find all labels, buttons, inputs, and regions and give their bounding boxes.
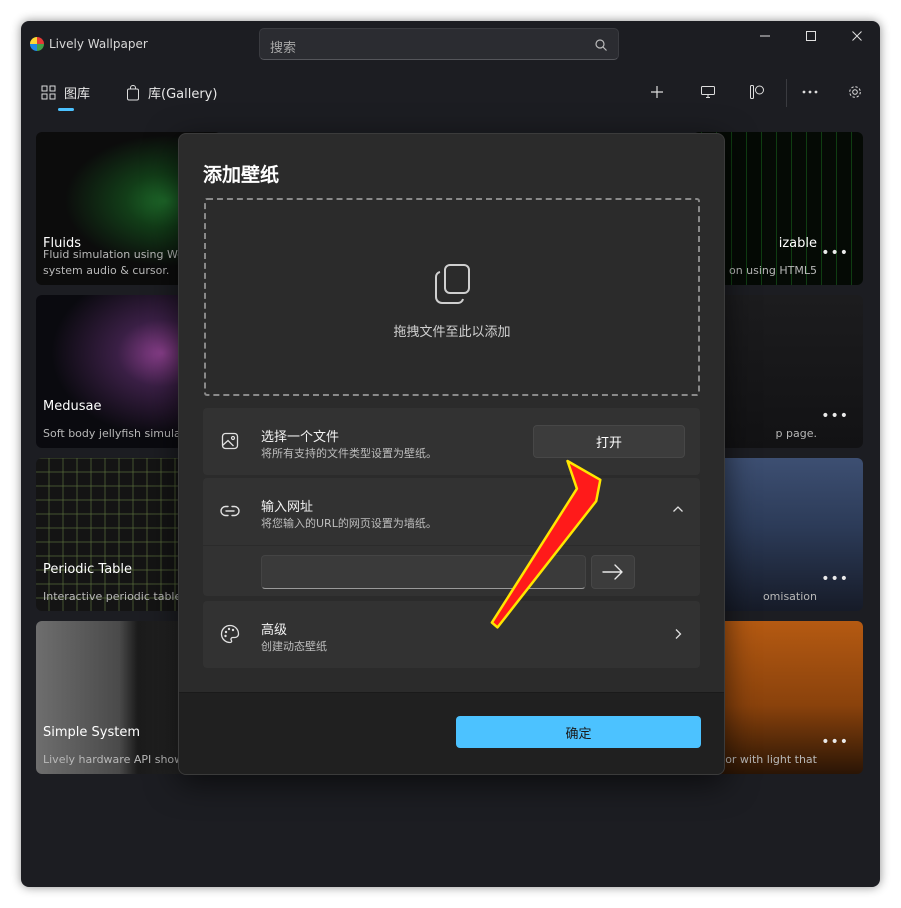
more-button[interactable]	[794, 78, 826, 106]
settings-button[interactable]	[839, 78, 871, 106]
grid-icon	[41, 85, 56, 100]
card-description: on using HTML5	[728, 264, 817, 277]
search-box[interactable]: 搜索	[259, 28, 619, 60]
nav-divider	[786, 79, 787, 107]
tab-gallery-label: 库(Gallery)	[148, 87, 218, 102]
card-description: Soft body jellyfish simulat	[43, 427, 186, 440]
layout-icon	[750, 85, 764, 99]
lively-logo-icon	[30, 37, 44, 51]
card-more-button[interactable]: •••	[821, 734, 849, 750]
card-description: Interactive periodic table	[43, 590, 182, 603]
url-title: 输入网址	[261, 500, 314, 515]
go-button[interactable]	[591, 555, 635, 589]
url-row: 输入网址 将您输入的URL的网页设置为墙纸。	[203, 478, 700, 596]
card-title: izable	[778, 236, 817, 251]
card-more-button[interactable]: •••	[821, 571, 849, 587]
more-icon	[802, 90, 818, 94]
link-icon	[219, 500, 241, 522]
open-file-button[interactable]: 打开	[533, 425, 685, 458]
maximize-button[interactable]	[788, 21, 834, 51]
image-icon	[219, 430, 241, 452]
search-icon[interactable]	[594, 38, 608, 52]
search-input[interactable]: 搜索	[270, 37, 296, 56]
add-wallpaper-dialog: 添加壁纸 拖拽文件至此以添加 选择一个文件 将所有支持的文件类型设置为壁纸。 打…	[178, 133, 725, 775]
card-description: Lively hardware API show	[43, 753, 184, 766]
settings-icon	[849, 86, 861, 98]
advanced-subtitle: 创建动态壁纸	[261, 640, 327, 653]
card-description: p page.	[775, 427, 817, 440]
choose-file-title: 选择一个文件	[261, 430, 340, 445]
dialog-footer: 确定	[179, 692, 724, 774]
tab-library[interactable]: 图库	[41, 83, 90, 102]
chevron-up-icon[interactable]	[672, 505, 684, 513]
close-button[interactable]	[834, 21, 880, 51]
card-description: omisation	[762, 590, 817, 603]
palette-icon	[219, 623, 241, 645]
tab-library-label: 图库	[64, 87, 91, 102]
row-divider	[203, 545, 700, 546]
drop-zone-text: 拖拽文件至此以添加	[393, 325, 511, 340]
minimize-button[interactable]	[742, 21, 788, 51]
monitor-icon	[701, 86, 715, 98]
app-window: Lively Wallpaper 搜索 图库 库(Gallery) Fluids…	[21, 21, 880, 887]
app-title: Lively Wallpaper	[49, 37, 148, 51]
title-bar: Lively Wallpaper 搜索	[21, 21, 880, 67]
url-subtitle: 将您输入的URL的网页设置为墙纸。	[261, 517, 437, 530]
dialog-title: 添加壁纸	[203, 164, 280, 186]
minimize-icon	[760, 35, 770, 37]
arrow-right-icon	[602, 564, 623, 580]
layout-button[interactable]	[741, 78, 773, 106]
card-title: Simple System	[43, 725, 140, 740]
maximize-icon	[806, 31, 816, 41]
choose-file-row: 选择一个文件 将所有支持的文件类型设置为壁纸。 打开	[203, 408, 700, 475]
card-title: Periodic Table	[43, 562, 133, 577]
screen-button[interactable]	[692, 78, 724, 106]
ok-button[interactable]: 确定	[456, 716, 701, 748]
close-icon	[852, 31, 862, 41]
add-wallpaper-button[interactable]	[641, 78, 673, 106]
choose-file-subtitle: 将所有支持的文件类型设置为壁纸。	[261, 447, 437, 460]
drop-zone[interactable]: 拖拽文件至此以添加	[204, 198, 700, 396]
nav-bar: 图库 库(Gallery)	[21, 71, 880, 115]
card-description: Fluid simulation using We system audio &…	[43, 248, 184, 277]
tab-active-indicator	[58, 108, 74, 111]
advanced-title: 高级	[261, 623, 288, 638]
tab-gallery[interactable]: 库(Gallery)	[126, 83, 217, 102]
card-more-button[interactable]: •••	[821, 408, 849, 424]
card-more-button[interactable]: •••	[821, 245, 849, 261]
bag-icon	[127, 84, 139, 100]
url-input[interactable]	[261, 555, 586, 589]
copy-icon	[435, 264, 470, 304]
add-icon	[651, 86, 663, 98]
card-title: Medusae	[43, 399, 102, 414]
chevron-right-icon	[675, 629, 682, 639]
advanced-row[interactable]: 高级 创建动态壁纸	[203, 601, 700, 668]
card-description: tor with light that	[720, 753, 817, 766]
